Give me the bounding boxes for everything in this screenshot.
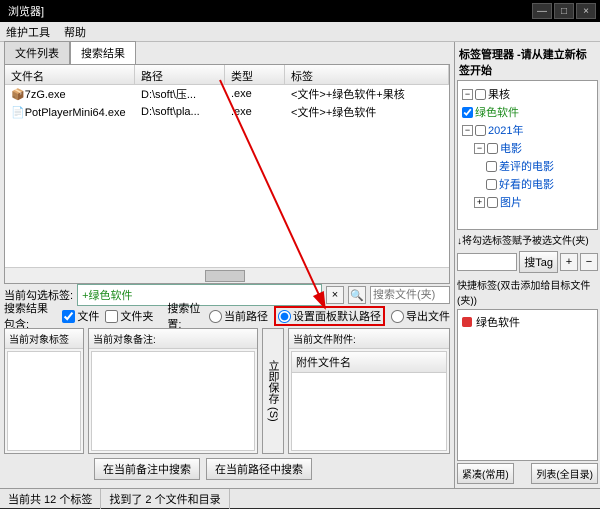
grid-row[interactable]: 📄PotPlayerMini64.exe D:\soft\pla... .exe… xyxy=(5,103,449,121)
menu-maintain[interactable]: 维护工具 xyxy=(6,24,50,40)
tag-manager-title: 标签管理器 -请从建立新标签开始 xyxy=(457,44,598,80)
window-controls: — □ × xyxy=(532,3,596,19)
clear-button[interactable]: × xyxy=(326,286,344,304)
tab-file-list[interactable]: 文件列表 xyxy=(4,41,70,64)
panel-object-tags: 当前对象标签 xyxy=(4,328,84,454)
panel-attachments: 当前文件附件: 附件文件名 xyxy=(288,328,450,454)
search-tag-button[interactable]: 搜Tag xyxy=(519,251,558,273)
tree-node[interactable]: 好看的电影 xyxy=(462,175,593,193)
search-options-row: 搜索结果包含: 文件 文件夹 搜索位置: 当前路径 设置面板默认路径 导出文件 xyxy=(0,306,454,326)
object-notes-body[interactable] xyxy=(91,351,255,451)
assign-tag-row: ↓将勾选标签赋予被选文件(夹) xyxy=(457,230,598,249)
search-in-notes-button[interactable]: 在当前备注中搜索 xyxy=(94,458,200,480)
assign-label: ↓将勾选标签赋予被选文件(夹) xyxy=(457,232,589,247)
view-mode-row: 紧凑(常用) 列表(全目录) xyxy=(457,461,598,486)
remove-tag-button[interactable]: − xyxy=(580,253,598,271)
panel-object-notes: 当前对象备注: xyxy=(88,328,258,454)
search-in-path-button[interactable]: 在当前路径中搜索 xyxy=(206,458,312,480)
tag-tree[interactable]: −果核 绿色软件 −2021年 −电影 差评的电影 好看的电影 +图片 xyxy=(457,80,598,230)
status-found-count: 找到了 2 个文件和目录 xyxy=(101,489,229,509)
tab-search-results[interactable]: 搜索结果 xyxy=(70,41,136,64)
file-icon: 📄 xyxy=(11,107,25,119)
tag-chip[interactable]: 绿色软件 xyxy=(462,314,593,330)
collapse-icon[interactable]: − xyxy=(462,125,473,136)
file-icon: 📦 xyxy=(11,89,25,101)
object-tags-body[interactable] xyxy=(7,351,81,451)
col-type[interactable]: 类型 xyxy=(225,65,285,84)
window-title: 浏览器] xyxy=(4,3,44,19)
collapse-icon[interactable]: − xyxy=(474,143,485,154)
window-titlebar: 浏览器] — □ × xyxy=(0,0,600,22)
maximize-button[interactable]: □ xyxy=(554,3,574,19)
attachments-body[interactable]: 附件文件名 xyxy=(291,351,447,451)
search-files-input[interactable] xyxy=(370,286,450,304)
menu-help[interactable]: 帮助 xyxy=(64,24,86,40)
add-tag-button[interactable]: + xyxy=(560,253,578,271)
quick-tag-panel[interactable]: 绿色软件 xyxy=(457,309,598,461)
list-view-button[interactable]: 列表(全目录) xyxy=(531,463,598,484)
checkbox-folder[interactable]: 文件夹 xyxy=(105,308,153,324)
tab-strip: 文件列表 搜索结果 xyxy=(0,42,454,64)
checkbox-file[interactable]: 文件 xyxy=(62,308,99,324)
right-pane: 标签管理器 -请从建立新标签开始 −果核 绿色软件 −2021年 −电影 差评的… xyxy=(455,42,600,488)
horizontal-scrollbar[interactable] xyxy=(5,267,449,283)
menu-bar: 维护工具 帮助 xyxy=(0,22,600,42)
tree-node[interactable]: −2021年 xyxy=(462,121,593,139)
detail-panels: 当前对象标签 当前对象备注: 立即保存 (S) 当前文件附件: 附件文件名 xyxy=(0,326,454,456)
close-button[interactable]: × xyxy=(576,3,596,19)
grid-header: 文件名 路径 类型 标签 xyxy=(5,65,449,85)
collapse-icon[interactable]: − xyxy=(462,89,473,100)
tag-search-input[interactable] xyxy=(457,253,517,271)
main-area: 文件列表 搜索结果 文件名 路径 类型 标签 📦7zG.exe D:\soft\… xyxy=(0,42,600,488)
left-pane: 文件列表 搜索结果 文件名 路径 类型 标签 📦7zG.exe D:\soft\… xyxy=(0,42,455,488)
col-path[interactable]: 路径 xyxy=(135,65,225,84)
status-tag-count: 当前共 12 个标签 xyxy=(0,489,101,509)
col-name[interactable]: 文件名 xyxy=(5,65,135,84)
tree-node[interactable]: −果核 xyxy=(462,85,593,103)
results-grid[interactable]: 文件名 路径 类型 标签 📦7zG.exe D:\soft\压... .exe … xyxy=(4,64,450,284)
radio-current-path[interactable]: 当前路径 xyxy=(209,308,268,324)
radio-default-path[interactable]: 设置面板默认路径 xyxy=(274,306,385,326)
search-buttons-row: 在当前备注中搜索 在当前路径中搜索 xyxy=(0,456,454,482)
compact-view-button[interactable]: 紧凑(常用) xyxy=(457,463,514,484)
radio-export[interactable]: 导出文件 xyxy=(391,308,450,324)
tree-node[interactable]: −电影 xyxy=(462,139,593,157)
tree-node[interactable]: 差评的电影 xyxy=(462,157,593,175)
tree-node[interactable]: 绿色软件 xyxy=(462,103,593,121)
save-now-button[interactable]: 立即保存 (S) xyxy=(262,328,284,454)
tree-node[interactable]: +图片 xyxy=(462,193,593,211)
scrollbar-thumb[interactable] xyxy=(205,270,245,282)
quick-tag-label: 快捷标签(双击添加给目标文件(夹)) xyxy=(457,275,598,309)
col-tag[interactable]: 标签 xyxy=(285,65,449,84)
tag-color-icon xyxy=(462,317,472,327)
current-tag-row: 当前勾选标签: +绿色软件 × 🔍 xyxy=(0,284,454,306)
tag-search-row: 搜Tag + − xyxy=(457,249,598,275)
search-icon[interactable]: 🔍 xyxy=(348,286,366,304)
minimize-button[interactable]: — xyxy=(532,3,552,19)
attachment-col-name: 附件文件名 xyxy=(292,352,446,373)
status-bar: 当前共 12 个标签 找到了 2 个文件和目录 xyxy=(0,488,600,508)
expand-icon[interactable]: + xyxy=(474,197,485,208)
